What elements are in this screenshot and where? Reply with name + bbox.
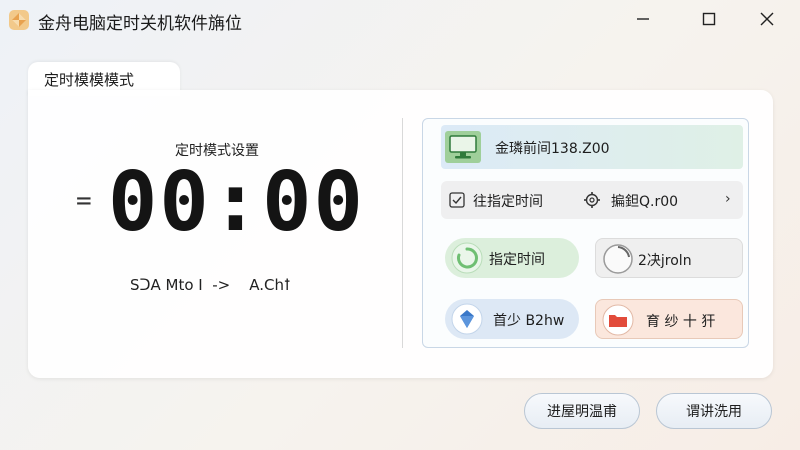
options-group: 金璘前间138.Z00 往指定时间 揙鉭Q.r00 › 指定时间 2决jroln… xyxy=(422,118,749,348)
app-logo-icon xyxy=(9,10,29,30)
shutdown-option-label: 育 纱 十 犴 xyxy=(646,314,716,330)
countdown-option[interactable]: 2决jroln xyxy=(595,238,743,278)
gear-icon xyxy=(584,192,600,208)
status-card: 金璘前间138.Z00 xyxy=(441,125,743,169)
window-title: 金舟电脑定时关机软件㫋位 xyxy=(38,14,242,34)
specified-time-button[interactable]: 指定时间 xyxy=(445,238,579,278)
main-panel: 定时模式设置 = 00:00 SᑐA Mto I -> A.Chꝉ 金璘前间13… xyxy=(28,90,773,378)
checkbox-icon xyxy=(449,192,465,208)
specified-time-label: 往指定时间 xyxy=(473,194,543,210)
close-button[interactable] xyxy=(744,0,790,38)
maximize-button[interactable] xyxy=(686,0,732,38)
maximize-icon xyxy=(702,12,716,26)
clock-subtitle: SᑐA Mto I -> A.Chꝉ xyxy=(130,276,291,294)
secondary-button[interactable]: 谓讲洗用 xyxy=(656,393,772,429)
chevron-right-icon: › xyxy=(725,191,731,207)
specified-time-button-label: 指定时间 xyxy=(489,252,545,268)
tab-label: 定时模模模式 xyxy=(44,71,135,89)
primary-button[interactable]: 进屋明温甫 xyxy=(524,393,640,429)
schedule-value: 揙鉭Q.r00 xyxy=(611,194,679,210)
panel-divider xyxy=(402,118,403,348)
countdown-clock: 00:00 xyxy=(108,155,365,250)
clock-prefix-mark: = xyxy=(76,186,92,216)
monitor-icon xyxy=(445,131,481,163)
minimize-button[interactable] xyxy=(620,0,666,38)
title-bar: 金舟电脑定时关机软件㫋位 xyxy=(0,0,800,40)
countdown-option-label: 2决jroln xyxy=(638,253,692,269)
dial-icon xyxy=(603,244,633,274)
close-icon xyxy=(760,12,774,26)
refresh-circle-icon xyxy=(451,242,483,274)
system-option-label: 首少 B2hw xyxy=(493,313,565,329)
system-option[interactable]: 首少 B2hw xyxy=(445,299,579,339)
gem-icon xyxy=(451,303,483,335)
shutdown-option[interactable]: 育 纱 十 犴 xyxy=(595,299,743,339)
status-label: 金璘前间138.Z00 xyxy=(495,141,610,157)
minimize-icon xyxy=(637,18,649,20)
specified-time-row[interactable]: 往指定时间 揙鉭Q.r00 › xyxy=(441,181,743,219)
folder-icon xyxy=(602,304,634,336)
